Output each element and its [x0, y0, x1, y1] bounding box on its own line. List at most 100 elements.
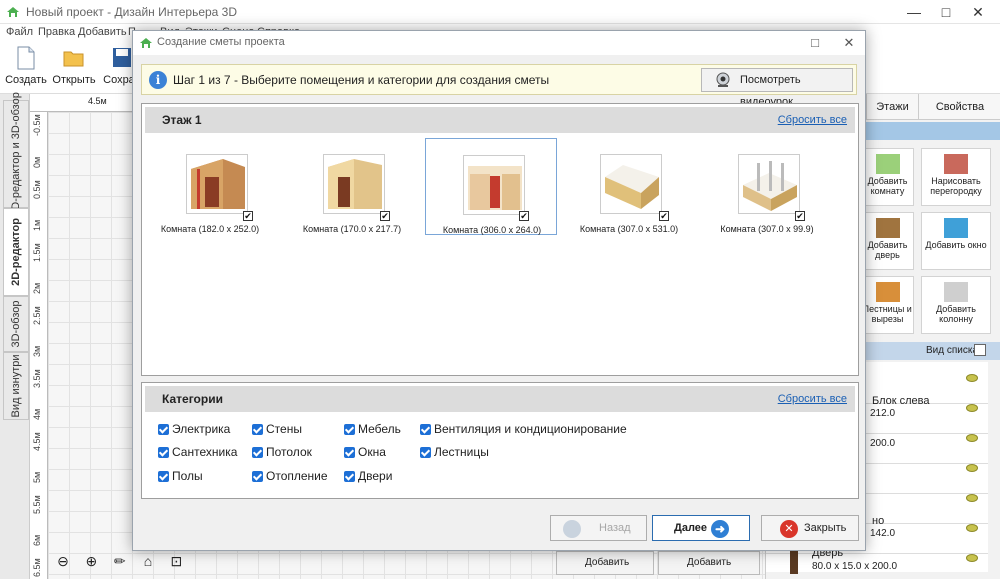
ruler-left-label: 0.5м	[32, 180, 42, 199]
tab-properties[interactable]: Свойства	[918, 94, 1000, 120]
room-thumbnail	[186, 154, 248, 214]
fit-view-icon[interactable]: ⊡	[165, 550, 187, 572]
maximize-icon[interactable]: □	[801, 33, 829, 53]
stairs-tile[interactable]: Лестницы и вырезы	[861, 276, 914, 334]
webcam-icon	[716, 72, 730, 87]
add-column-tile[interactable]: Добавить колонну	[921, 276, 991, 334]
checkbox[interactable]	[158, 447, 169, 458]
ruler-left-label: 6.5м	[32, 558, 42, 577]
ruler-left-label: 1м	[32, 219, 42, 231]
floor-header: Этаж 1 Сбросить все	[145, 107, 855, 133]
open-folder-icon	[63, 51, 84, 67]
categories-header: Категории Сбросить все	[145, 386, 855, 412]
next-button[interactable]: Далее ➜	[652, 515, 750, 541]
eye-icon[interactable]	[966, 374, 978, 382]
maximize-icon[interactable]: □	[930, 2, 962, 22]
canvas-tools: ⊖ ⊕ ✏ ⌂ ⊡	[52, 550, 192, 576]
tab-inside-view[interactable]: Вид изнутри	[3, 352, 29, 420]
tab-2d-and-3d[interactable]: 2D-редактор и 3D-обзор	[3, 92, 29, 216]
dialog-title: Создание сметы проекта	[157, 36, 285, 48]
checkbox[interactable]	[344, 424, 355, 435]
open-button[interactable]: Открыть	[50, 42, 98, 94]
room-card[interactable]: ✔ Комната (307.0 x 531.0)	[563, 138, 695, 235]
reset-categories-link[interactable]: Сбросить все	[778, 393, 847, 405]
minimize-icon[interactable]: —	[898, 2, 930, 22]
home-icon[interactable]: ⌂	[137, 550, 159, 572]
eye-icon[interactable]	[966, 464, 978, 472]
ruler-icon[interactable]: ✏	[109, 550, 131, 572]
door-icon	[790, 550, 798, 574]
room-thumbnail	[738, 154, 800, 214]
menu-edit[interactable]: Правка	[38, 26, 75, 38]
ruler-left-label: 3.5м	[32, 369, 42, 388]
ruler-left-label: 6м	[32, 534, 42, 546]
floor-panel: Этаж 1 Сбросить все ✔ Комната (182.0 x 2…	[141, 103, 859, 376]
step-text: Шаг 1 из 7 - Выберите помещения и катего…	[173, 73, 550, 87]
ruler-left-label: 4м	[32, 408, 42, 420]
zoom-in-icon[interactable]: ⊕	[80, 550, 102, 572]
room-checkbox[interactable]: ✔	[795, 211, 805, 221]
add-roof-button[interactable]: Добавить крышу	[658, 551, 760, 575]
room-card[interactable]: ✔ Комната (182.0 x 252.0)	[144, 138, 276, 235]
tab-3d-view[interactable]: 3D-обзор	[3, 296, 29, 352]
room-card[interactable]: ✔ Комната (307.0 x 99.9)	[701, 138, 833, 235]
checkbox[interactable]	[252, 424, 263, 435]
add-window-tile[interactable]: Добавить окно	[921, 212, 991, 270]
close-icon[interactable]: ✕	[962, 2, 994, 22]
zoom-out-icon[interactable]: ⊖	[52, 550, 74, 572]
room-checkbox[interactable]: ✔	[380, 211, 390, 221]
close-icon[interactable]: ✕	[835, 33, 863, 53]
dialog-footer: Назад Далее ➜ ✕ Закрыть	[133, 506, 865, 550]
watch-video-button[interactable]: Посмотреть видеоурок	[701, 68, 853, 108]
room-card[interactable]: ✔ Комната (170.0 x 217.7)	[286, 138, 418, 235]
checkbox[interactable]	[344, 447, 355, 458]
close-dialog-button[interactable]: ✕ Закрыть	[761, 515, 859, 541]
eye-icon[interactable]	[966, 554, 978, 562]
close-red-icon: ✕	[780, 520, 798, 538]
ruler-left-label: -0.5м	[32, 114, 42, 136]
room-checkbox[interactable]: ✔	[519, 211, 529, 221]
room-checkbox[interactable]: ✔	[243, 211, 253, 221]
arrow-right-icon: ➜	[711, 520, 729, 538]
checkbox[interactable]	[252, 471, 263, 482]
info-icon: i	[149, 71, 167, 89]
add-door-tile[interactable]: Добавить дверь	[861, 212, 914, 270]
room-card[interactable]: ✔ Комната (306.0 x 264.0)	[425, 138, 557, 235]
room-icon	[875, 154, 900, 174]
window-icon	[944, 218, 968, 238]
checkbox[interactable]	[420, 424, 431, 435]
eye-icon[interactable]	[966, 434, 978, 442]
app-titlebar: Новый проект - Дизайн Интерьера 3D — □ ✕	[0, 0, 1000, 24]
add-room-tile[interactable]: Добавить комнату	[861, 148, 914, 206]
ruler-left-label: 3м	[32, 345, 42, 357]
eye-icon[interactable]	[966, 524, 978, 532]
checkbox[interactable]	[158, 471, 169, 482]
step-info-bar: i Шаг 1 из 7 - Выберите помещения и кате…	[141, 64, 857, 108]
reset-rooms-link[interactable]: Сбросить все	[778, 114, 847, 126]
checkbox[interactable]	[252, 447, 263, 458]
menu-add[interactable]: Добавить	[78, 26, 127, 38]
draw-partition-tile[interactable]: Нарисовать перегородку	[921, 148, 991, 206]
ruler-left: -0.5м 0м 0.5м 1м 1.5м 2м 2.5м 3м 3.5м 4м 4.5м 5м 5.5…	[30, 112, 48, 579]
checkbox[interactable]	[158, 424, 169, 435]
tab-floors[interactable]: Этажи	[866, 94, 918, 120]
eye-icon[interactable]	[966, 494, 978, 502]
list-view-icon[interactable]	[974, 344, 986, 356]
room-thumbnail	[323, 154, 385, 214]
app-logo-icon	[140, 38, 152, 48]
categories-panel: Категории Сбросить все Электрика Сантехн…	[141, 382, 859, 499]
ruler-top-label: 4.5м	[88, 96, 107, 106]
add-floor-button[interactable]: Добавить этаж	[556, 551, 654, 575]
ruler-left-label: 2.5м	[32, 306, 42, 325]
room-thumbnail	[463, 155, 525, 215]
eye-icon[interactable]	[966, 404, 978, 412]
arrow-left-icon	[563, 520, 581, 538]
checkbox[interactable]	[420, 447, 431, 458]
menu-file[interactable]: Файл	[6, 26, 33, 38]
create-button[interactable]: Создать	[2, 42, 50, 94]
tab-2d-editor[interactable]: 2D-редактор	[3, 208, 29, 296]
checkbox[interactable]	[344, 471, 355, 482]
back-button[interactable]: Назад	[550, 515, 647, 541]
room-checkbox[interactable]: ✔	[659, 211, 669, 221]
ruler-left-label: 2м	[32, 282, 42, 294]
